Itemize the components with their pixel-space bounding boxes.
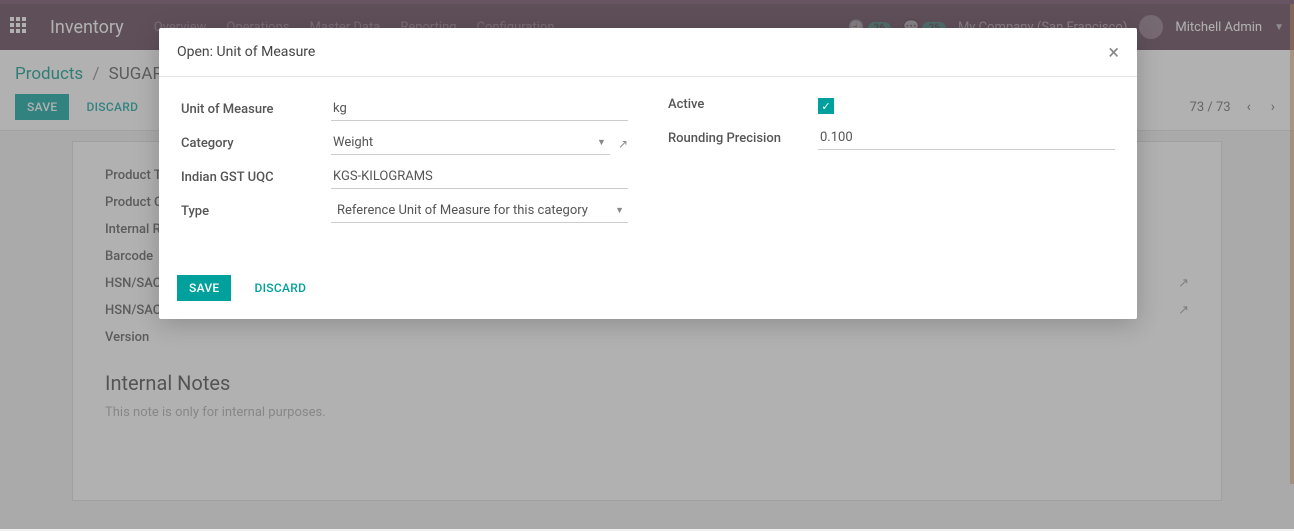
- uom-input[interactable]: [331, 97, 628, 121]
- modal-title: Open: Unit of Measure: [177, 44, 315, 60]
- rounding-input[interactable]: [818, 126, 1115, 150]
- modal-header: Open: Unit of Measure ×: [159, 28, 1137, 77]
- label-type: Type: [181, 204, 331, 223]
- type-select[interactable]: [331, 199, 628, 223]
- modal-body: Unit of Measure Category ▼ ↗ Indian GST …: [159, 77, 1137, 263]
- external-link-icon[interactable]: ↗: [618, 137, 628, 155]
- uom-modal: Open: Unit of Measure × Unit of Measure …: [159, 28, 1137, 319]
- label-uom: Unit of Measure: [181, 102, 331, 121]
- modal-left-col: Unit of Measure Category ▼ ↗ Indian GST …: [181, 97, 628, 233]
- label-active: Active: [668, 97, 818, 116]
- uqc-input[interactable]: [331, 165, 628, 189]
- label-category: Category: [181, 136, 331, 155]
- category-input[interactable]: [331, 131, 610, 155]
- check-icon: ✓: [821, 100, 830, 113]
- label-rounding: Rounding Precision: [668, 131, 818, 150]
- modal-footer: SAVE DISCARD: [159, 263, 1137, 319]
- active-checkbox[interactable]: ✓: [818, 98, 834, 114]
- modal-save-button[interactable]: SAVE: [177, 275, 231, 301]
- modal-right-col: Active ✓ Rounding Precision: [668, 97, 1115, 233]
- label-uqc: Indian GST UQC: [181, 170, 331, 189]
- modal-discard-button[interactable]: DISCARD: [242, 275, 318, 301]
- close-icon[interactable]: ×: [1108, 42, 1119, 62]
